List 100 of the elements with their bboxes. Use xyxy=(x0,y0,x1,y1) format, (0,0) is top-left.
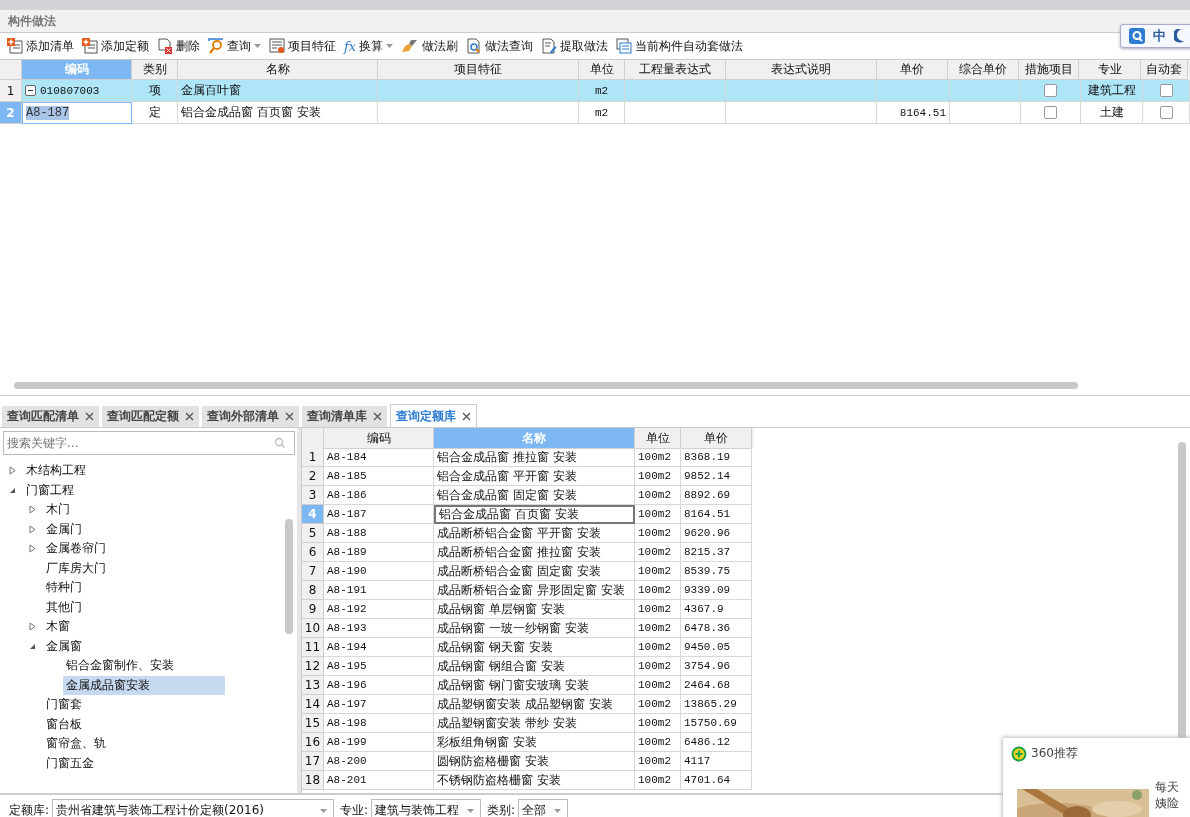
tab[interactable]: 查询匹配定额 xyxy=(102,406,199,427)
row-number: 1 xyxy=(0,80,22,102)
checkbox[interactable] xyxy=(1159,84,1173,97)
selected-code-text[interactable]: A8-187 xyxy=(26,106,70,120)
tree-item[interactable]: 特种门 xyxy=(43,578,85,598)
table-cell: 铝合金成品窗 推拉窗 安装 xyxy=(434,448,635,467)
tab[interactable]: 查询定额库 xyxy=(390,404,477,427)
table-cell: 4701.64 xyxy=(681,771,752,790)
table-cell: A8-197 xyxy=(324,695,434,714)
search-field[interactable]: 搜索关键字... xyxy=(3,431,295,455)
ime-mode-label[interactable]: 中 xyxy=(1153,27,1166,45)
document-search-icon xyxy=(466,38,483,54)
tab[interactable]: 查询匹配清单 xyxy=(2,406,99,427)
tree-item[interactable]: 窗帘盒、轨 xyxy=(43,734,109,754)
table-cell: 100m2 xyxy=(635,657,681,676)
tree-item[interactable]: 金属窗 xyxy=(43,636,85,656)
table-cell: 100m2 xyxy=(635,676,681,695)
table-cell: 100m2 xyxy=(635,695,681,714)
table-cell: 建筑工程 xyxy=(1081,80,1143,102)
code-text: 010807003 xyxy=(40,84,100,97)
table-cell: 8892.69 xyxy=(681,486,752,505)
popup-title: 360推荐 xyxy=(1031,745,1078,762)
checkbox[interactable] xyxy=(1159,106,1173,119)
tab[interactable]: 查询外部清单 xyxy=(202,406,299,427)
ime-toolbar[interactable]: 中 xyxy=(1120,24,1190,48)
tab[interactable]: 查询清单库 xyxy=(302,406,387,427)
row-number: 5 xyxy=(302,524,324,543)
close-icon[interactable] xyxy=(85,412,94,421)
row-number: 6 xyxy=(302,543,324,562)
column-header[interactable]: 单位 xyxy=(635,428,681,449)
tree-item[interactable]: 窗台板 xyxy=(43,714,85,734)
close-icon[interactable] xyxy=(285,412,294,421)
tree-item[interactable]: 金属门 xyxy=(43,519,85,539)
table-cell: 成品断桥铝合金窗 固定窗 安装 xyxy=(434,562,635,581)
table-cell: A8-198 xyxy=(324,714,434,733)
table-cell: 成品断桥铝合金窗 异形固定窗 安装 xyxy=(434,581,635,600)
expand-arrow-icon[interactable] xyxy=(28,524,37,534)
column-header[interactable]: 单价 xyxy=(681,428,752,449)
popup-text[interactable]: 姨险 xyxy=(1155,795,1179,811)
dropdown[interactable]: 全部 xyxy=(518,798,569,817)
row-number: 12 xyxy=(302,657,324,676)
scrollbar-thumb[interactable] xyxy=(285,519,293,634)
toolbar-button[interactable]: 添加定额 xyxy=(79,35,152,57)
tree-item[interactable]: 金属成品窗安装 xyxy=(63,675,225,695)
table-cell: 100m2 xyxy=(635,486,681,505)
toolbar-button[interactable]: 查询 xyxy=(205,35,264,57)
table-cell: 铝合金成品窗 固定窗 安装 xyxy=(434,486,635,505)
function-icon: fx xyxy=(344,38,357,54)
tree-item[interactable]: 其他门 xyxy=(43,597,85,617)
tree-item[interactable]: 门窗工程 xyxy=(23,480,77,500)
row-number: 15 xyxy=(302,714,324,733)
tree-item[interactable]: 金属卷帘门 xyxy=(43,539,109,559)
dropdown[interactable]: 贵州省建筑与装饰工程计价定额(2016) xyxy=(52,798,335,817)
table-cell: 金属百叶窗 xyxy=(178,80,378,102)
table-cell: 土建 xyxy=(1081,102,1143,124)
expand-arrow-icon[interactable] xyxy=(8,466,17,476)
delete-document-icon xyxy=(157,38,173,54)
brush-icon xyxy=(401,38,420,54)
panel-title: 构件做法 xyxy=(8,12,56,30)
expand-arrow-icon[interactable] xyxy=(28,544,37,554)
close-icon[interactable] xyxy=(373,412,382,421)
checkbox[interactable] xyxy=(1044,84,1057,97)
tree-item[interactable]: 木门 xyxy=(43,500,73,520)
tree-item[interactable]: 门窗五金 xyxy=(43,753,97,773)
popup-text[interactable]: 每天 xyxy=(1155,779,1179,795)
tree-item[interactable]: 门窗套 xyxy=(43,695,85,715)
table-cell: 8164.51 xyxy=(877,102,950,124)
caret-icon xyxy=(554,808,562,813)
filter-label: 专业: xyxy=(340,802,369,817)
row-number: 3 xyxy=(302,486,324,505)
table-cell: 成品塑钢窗安装 成品塑钢窗 安装 xyxy=(434,695,635,714)
search-icon xyxy=(208,38,224,54)
row-number: 14 xyxy=(302,695,324,714)
row-number: 16 xyxy=(302,733,324,752)
table-cell: 9450.05 xyxy=(681,638,752,657)
close-icon[interactable] xyxy=(462,411,471,421)
checkbox[interactable] xyxy=(1044,106,1057,119)
expand-arrow-icon[interactable] xyxy=(28,505,37,515)
close-icon[interactable] xyxy=(185,412,194,421)
row-number: 9 xyxy=(302,600,324,619)
tree-item[interactable]: 木结构工程 xyxy=(23,461,89,481)
table-cell: 铝合金成品窗 平开窗 安装 xyxy=(434,467,635,486)
table-cell: 4117 xyxy=(681,752,752,771)
collapse-icon[interactable] xyxy=(25,85,36,96)
row-number: 1 xyxy=(302,448,324,467)
scrollbar-thumb[interactable] xyxy=(14,382,1078,389)
table-cell: m2 xyxy=(579,80,625,102)
add-list-icon xyxy=(7,38,23,54)
tree-item[interactable]: 木窗 xyxy=(43,617,73,637)
table-cell: 4367.9 xyxy=(681,600,752,619)
expand-arrow-icon[interactable] xyxy=(28,622,37,632)
plus-circle-icon xyxy=(1011,745,1027,762)
table-cell: A8-199 xyxy=(324,733,434,752)
toolbar-button[interactable]: 添加清单 xyxy=(4,35,77,57)
table-cell: 铝合金成品窗 百页窗 安装 xyxy=(178,102,378,124)
table-cell: 彩板组角钢窗 安装 xyxy=(434,733,635,752)
search-icon xyxy=(274,437,286,449)
tree-item[interactable]: 厂库房大门 xyxy=(43,558,109,578)
dropdown[interactable]: 建筑与装饰工程 xyxy=(371,798,482,817)
tree-item[interactable]: 铝合金窗制作、安装 xyxy=(63,656,177,676)
